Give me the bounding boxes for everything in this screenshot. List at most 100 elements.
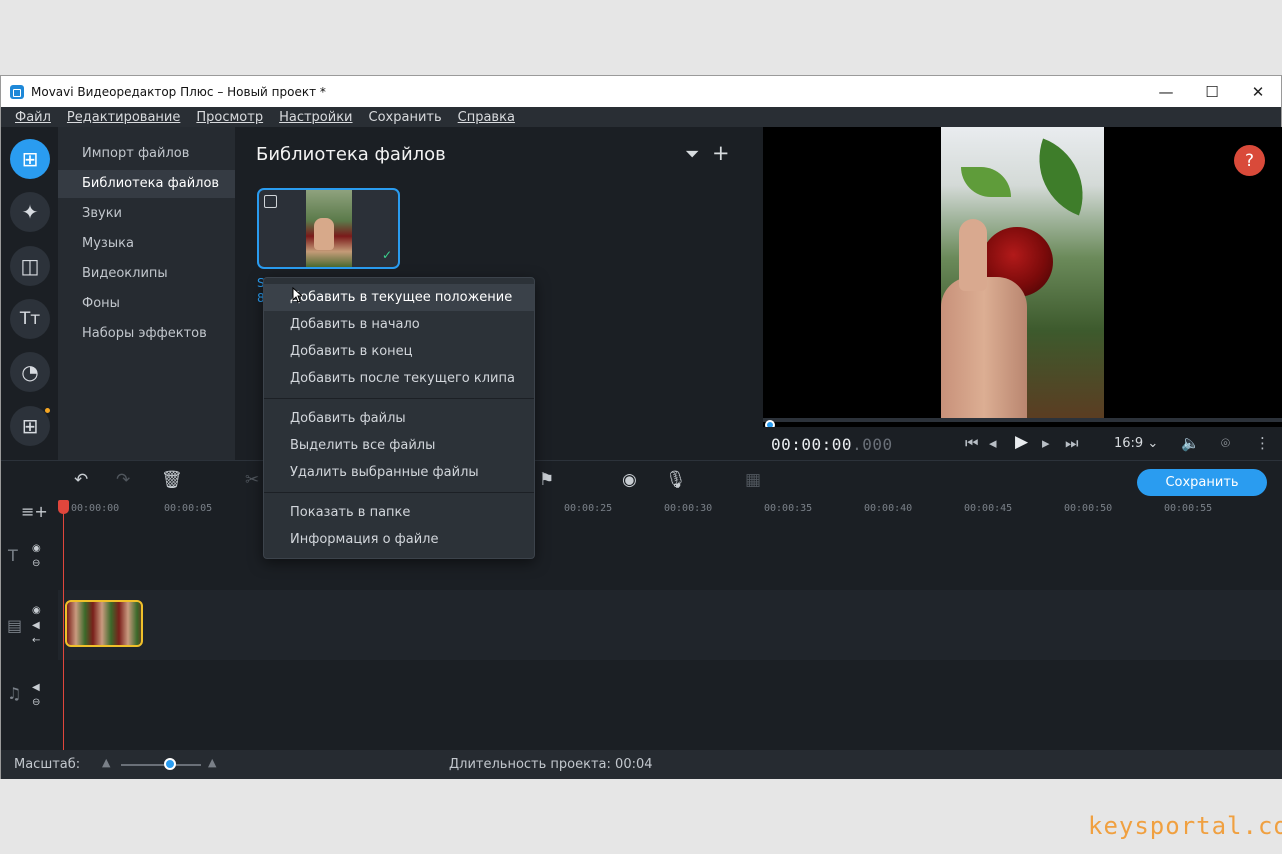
minimize-button[interactable]: — (1143, 76, 1189, 107)
help-button[interactable]: ? (1234, 145, 1265, 176)
arrow-left-icon[interactable]: ← (32, 635, 40, 646)
link-icon[interactable]: ⊖ (32, 697, 40, 708)
add-icon[interactable]: + (712, 141, 730, 165)
snapshot-icon[interactable]: ⌾ (1221, 434, 1230, 452)
audio-track: ♫ ◀ ⊖ (1, 660, 1282, 750)
zoom-slider[interactable] (121, 764, 201, 766)
preview-panel: ? 00:00:00.000 ⏮ ◂ ▶ ▸ ⏭ 16:9 ⌄ 🔈 ⌾ ⋮ (763, 127, 1282, 460)
category-backgrounds[interactable]: Фоны (58, 290, 235, 318)
tool-rail: ⊞ ✦ ◫ Tт ◔ ⊞ (1, 127, 58, 460)
playback-controls: 00:00:00.000 ⏮ ◂ ▶ ▸ ⏭ 16:9 ⌄ 🔈 ⌾ ⋮ (763, 427, 1282, 460)
menu-item-add-to-end[interactable]: Добавить в конец (264, 338, 534, 365)
go-to-end-icon[interactable]: ⏭ (1065, 434, 1079, 452)
maximize-button[interactable]: ☐ (1189, 76, 1235, 107)
menu-item-show-in-folder[interactable]: Показать в папке (264, 499, 534, 526)
app-window: Movavi Видеоредактор Плюс – Новый проект… (0, 75, 1282, 779)
zoom-slider-handle[interactable] (164, 758, 176, 770)
category-music[interactable]: Музыка (58, 230, 235, 258)
microphone-icon[interactable]: 🎙 (665, 470, 687, 490)
context-menu: Добавить в текущее положение Добавить в … (263, 277, 535, 559)
ruler-tick-label: 00:00:30 (664, 503, 713, 514)
titles-track-body[interactable] (58, 522, 1282, 590)
ruler-tick-label: 00:00:25 (564, 503, 613, 514)
menu-item-add-files[interactable]: Добавить файлы (264, 405, 534, 432)
menu-item-select-all-files[interactable]: Выделить все файлы (264, 432, 534, 459)
category-sounds[interactable]: Звуки (58, 200, 235, 228)
eye-icon[interactable]: ◉ (32, 543, 41, 554)
menu-settings[interactable]: Настройки (265, 110, 360, 125)
volume-icon[interactable]: ◀ (32, 620, 40, 631)
close-button[interactable]: ✕ (1235, 76, 1281, 107)
ruler-tick-label: 00:00:45 (964, 503, 1013, 514)
menu-file[interactable]: Файл (1, 110, 59, 125)
transitions-icon[interactable]: ◫ (10, 246, 50, 286)
zoom-out-icon[interactable]: ▲ (102, 756, 110, 769)
category-import[interactable]: Импорт файлов (58, 140, 235, 168)
thumbnail-hand (314, 218, 334, 250)
volume-icon[interactable]: ◀ (32, 682, 40, 693)
go-to-start-icon[interactable]: ⏮ (965, 434, 979, 452)
zoom-in-icon[interactable]: ▲ (208, 756, 216, 769)
webcam-record-icon[interactable]: ◉ (622, 470, 637, 490)
preview-scrub-bar[interactable] (763, 418, 1282, 422)
audio-levels-icon[interactable]: ▦ (745, 470, 761, 490)
ruler-tick-label: 00:00:35 (764, 503, 813, 514)
check-icon: ✓ (381, 248, 392, 262)
menu-save[interactable]: Сохранить (355, 110, 450, 125)
volume-icon[interactable]: 🔈 (1181, 434, 1200, 452)
audio-track-body[interactable] (58, 660, 1282, 750)
ruler-tick-label: 00:00:50 (1064, 503, 1113, 514)
titles-track: T ◉ ⊖ (1, 522, 1282, 590)
category-effect-packs[interactable]: Наборы эффектов (58, 320, 235, 348)
delete-icon[interactable]: 🗑 (161, 470, 183, 490)
menu-item-add-to-start[interactable]: Добавить в начало (264, 311, 534, 338)
menu-item-file-info[interactable]: Информация о файле (264, 526, 534, 553)
cut-icon[interactable]: ✂ (245, 470, 259, 490)
undo-icon[interactable]: ↶ (74, 470, 88, 490)
marker-flag-icon[interactable]: ⚑ (539, 470, 554, 490)
previous-frame-icon[interactable]: ◂ (989, 434, 997, 452)
timeline-ruler[interactable]: ≡+ 00:00:00 00:00:05 00:00:25 00:00:30 0… (1, 500, 1282, 522)
more-tools-icon[interactable]: ⊞ (10, 406, 50, 446)
preview-thumb (959, 219, 987, 291)
video-track-icon: ▤ (7, 616, 23, 635)
titles-icon[interactable]: Tт (10, 299, 50, 339)
stickers-icon[interactable]: ◔ (10, 352, 50, 392)
video-track: ▤ ◉ ◀ ← (1, 590, 1282, 660)
menu-item-add-at-current-position[interactable]: Добавить в текущее положение (264, 284, 534, 311)
playhead-line[interactable] (63, 502, 64, 750)
notification-dot (45, 408, 50, 413)
add-track-icon[interactable]: ≡+ (21, 502, 48, 521)
timeline-toolbar: ↶ ↷ 🗑 ✂ ⚑ ◉ 🎙 ▦ Сохранить (1, 460, 1282, 500)
save-button[interactable]: Сохранить (1137, 469, 1267, 496)
menu-help[interactable]: Справка (444, 110, 523, 125)
filter-icon[interactable]: ⏷ (685, 144, 699, 165)
menu-edit[interactable]: Редактирование (53, 110, 188, 125)
category-library[interactable]: Библиотека файлов (58, 170, 235, 198)
menu-bar: Файл Редактирование Просмотр Настройки С… (1, 107, 1281, 127)
status-bar: Масштаб: ▲ ▲ Длительность проекта: 00:04 (1, 750, 1282, 779)
eye-icon[interactable]: ◉ (32, 605, 41, 616)
video-clip[interactable] (65, 600, 143, 647)
link-icon[interactable]: ⊖ (32, 558, 40, 569)
track-header: T ◉ ⊖ (1, 522, 58, 590)
media-thumbnail[interactable]: ✓ (257, 188, 400, 269)
project-duration: Длительность проекта: 00:04 (449, 757, 653, 772)
aspect-ratio-select[interactable]: 16:9 ⌄ (1114, 436, 1158, 451)
menu-separator (264, 492, 534, 493)
ruler-tick-label: 00:00:40 (864, 503, 913, 514)
magic-wand-icon[interactable]: ✦ (10, 192, 50, 232)
menu-item-delete-selected-files[interactable]: Удалить выбранные файлы (264, 459, 534, 486)
menu-item-add-after-current-clip[interactable]: Добавить после текущего клипа (264, 365, 534, 392)
video-track-body[interactable] (58, 590, 1282, 660)
next-frame-icon[interactable]: ▸ (1042, 434, 1050, 452)
category-videoclips[interactable]: Видеоклипы (58, 260, 235, 288)
menu-separator (264, 398, 534, 399)
app-logo-icon (10, 84, 24, 99)
timecode: 00:00:00.000 (771, 435, 893, 454)
menu-view[interactable]: Просмотр (182, 110, 271, 125)
play-icon[interactable]: ▶ (1015, 432, 1028, 452)
more-options-icon[interactable]: ⋮ (1255, 434, 1270, 452)
redo-icon[interactable]: ↷ (116, 470, 130, 490)
import-icon[interactable]: ⊞ (10, 139, 50, 179)
